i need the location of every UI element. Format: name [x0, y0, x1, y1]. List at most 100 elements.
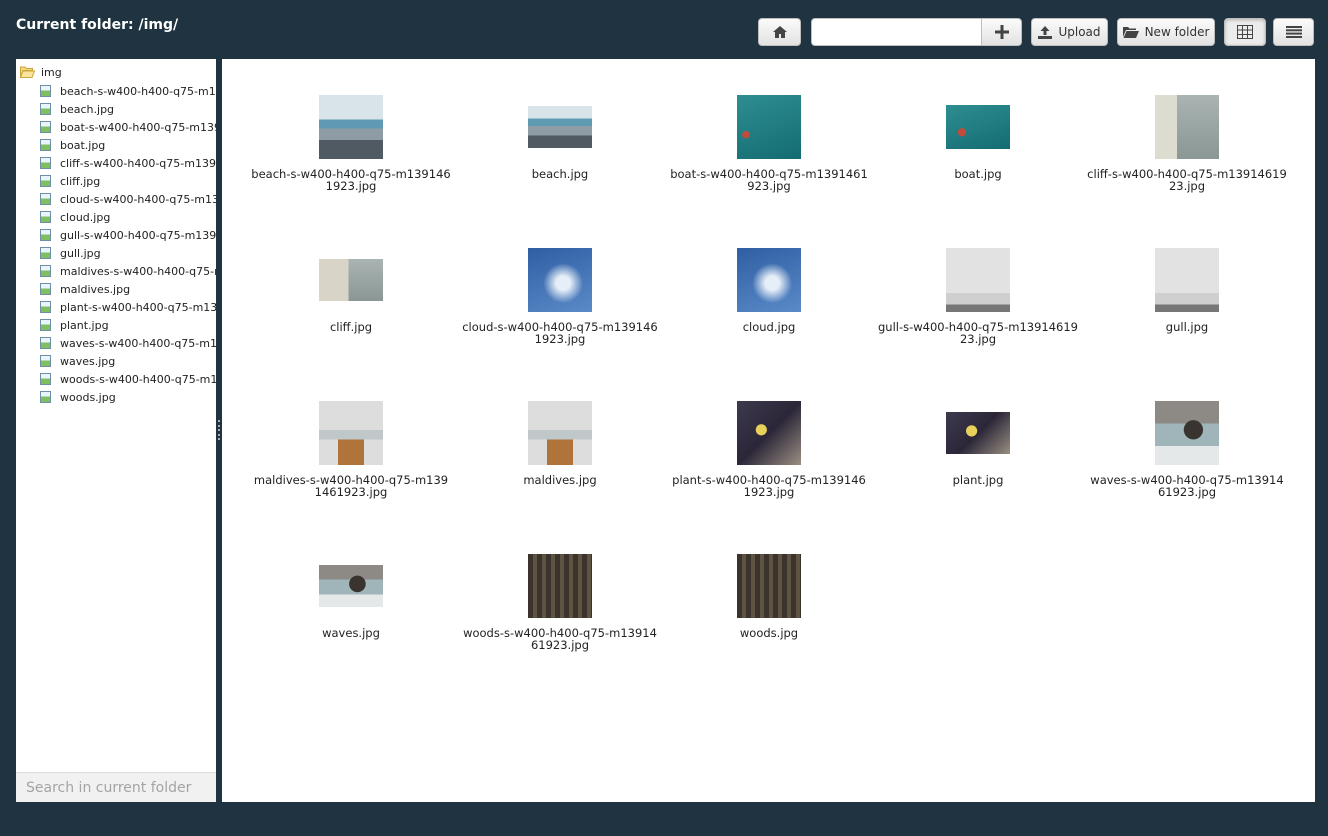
file-tile[interactable]: plant-s-w400-h400-q75-m1391461923.jpg: [669, 401, 878, 554]
file-thumbnail[interactable]: [319, 401, 383, 465]
tree-file-item[interactable]: maldives-s-w400-h400-q75-m1391461923.jpg: [40, 262, 216, 280]
file-thumbnail[interactable]: [737, 401, 801, 465]
tree-file-label: beach-s-w400-h400-q75-m1391461923.jpg: [60, 84, 216, 98]
image-file-icon: [40, 247, 51, 259]
file-thumbnail[interactable]: [737, 554, 801, 618]
tree-file-item[interactable]: cloud.jpg: [40, 208, 216, 226]
tree-file-item[interactable]: woods-s-w400-h400-q75-m1391461923.jpg: [40, 370, 216, 388]
thumbnail-image: [1155, 248, 1219, 312]
image-file-icon: [40, 103, 51, 115]
file-tile[interactable]: woods-s-w400-h400-q75-m1391461923.jpg: [460, 554, 669, 707]
tree-file-label: plant-s-w400-h400-q75-m1391461923.jpg: [60, 300, 216, 314]
thumbnail-image: [528, 554, 592, 618]
list-view-button[interactable]: [1273, 18, 1314, 46]
tree-file-item[interactable]: boat-s-w400-h400-q75-m1391461923.jpg: [40, 118, 216, 136]
image-file-icon: [40, 85, 51, 97]
file-thumbnail[interactable]: [528, 554, 592, 618]
image-file-icon: [40, 157, 51, 169]
new-folder-name-input[interactable]: [811, 18, 982, 46]
tree-file-item[interactable]: boat.jpg: [40, 136, 216, 154]
tree-file-item[interactable]: woods.jpg: [40, 388, 216, 406]
file-tile[interactable]: beach-s-w400-h400-q75-m1391461923.jpg: [251, 95, 460, 248]
file-tile[interactable]: cloud-s-w400-h400-q75-m1391461923.jpg: [460, 248, 669, 401]
image-file-icon: [40, 175, 51, 187]
file-thumbnail[interactable]: [528, 248, 592, 312]
thumbnail-image: [737, 95, 801, 159]
file-tile[interactable]: waves.jpg: [251, 554, 460, 707]
tree-file-item[interactable]: maldives.jpg: [40, 280, 216, 298]
add-folder-button[interactable]: [981, 18, 1022, 46]
file-tile[interactable]: boat-s-w400-h400-q75-m1391461923.jpg: [669, 95, 878, 248]
tree-file-item[interactable]: beach.jpg: [40, 100, 216, 118]
tree-file-item[interactable]: plant.jpg: [40, 316, 216, 334]
file-thumbnail[interactable]: [528, 95, 592, 159]
file-thumbnail[interactable]: [737, 95, 801, 159]
folder-search-input[interactable]: [16, 772, 216, 802]
tree-file-label: woods-s-w400-h400-q75-m1391461923.jpg: [60, 372, 216, 386]
tree-file-label: waves.jpg: [60, 354, 116, 368]
tree-file-item[interactable]: cliff-s-w400-h400-q75-m1391461923.jpg: [40, 154, 216, 172]
file-name: waves.jpg: [322, 626, 380, 640]
file-tile[interactable]: woods.jpg: [669, 554, 878, 707]
thumbnail-image: [946, 105, 1010, 149]
file-name: boat.jpg: [954, 167, 1002, 181]
tree-file-item[interactable]: waves-s-w400-h400-q75-m1391461923.jpg: [40, 334, 216, 352]
file-name: woods-s-w400-h400-q75-m1391461923.jpg: [463, 626, 657, 652]
file-thumbnail[interactable]: [319, 95, 383, 159]
thumbnail-image: [319, 565, 383, 607]
file-tile[interactable]: cliff-s-w400-h400-q75-m1391461923.jpg: [1087, 95, 1296, 248]
file-name: cloud-s-w400-h400-q75-m1391461923.jpg: [462, 320, 658, 346]
file-tile[interactable]: plant.jpg: [878, 401, 1087, 554]
file-tile[interactable]: gull-s-w400-h400-q75-m1391461923.jpg: [878, 248, 1087, 401]
file-tile[interactable]: beach.jpg: [460, 95, 669, 248]
new-folder-button[interactable]: New folder: [1117, 18, 1215, 46]
tree-root-label: img: [41, 65, 62, 79]
file-name: plant.jpg: [952, 473, 1004, 487]
upload-label: Upload: [1058, 25, 1101, 39]
file-tile[interactable]: cliff.jpg: [251, 248, 460, 401]
upload-button[interactable]: Upload: [1031, 18, 1108, 46]
tree-file-item[interactable]: gull-s-w400-h400-q75-m1391461923.jpg: [40, 226, 216, 244]
file-tile[interactable]: maldives.jpg: [460, 401, 669, 554]
file-thumbnail[interactable]: [737, 248, 801, 312]
current-folder-title: Current folder: /img/: [16, 17, 179, 33]
thumbnail-image: [946, 248, 1010, 312]
file-thumbnail[interactable]: [319, 248, 383, 312]
tree-file-label: woods.jpg: [60, 390, 116, 404]
file-thumbnail[interactable]: [1155, 401, 1219, 465]
tree-root-img[interactable]: img: [20, 65, 62, 79]
file-thumbnail[interactable]: [319, 554, 383, 618]
file-thumbnail[interactable]: [528, 401, 592, 465]
tree-file-item[interactable]: beach-s-w400-h400-q75-m1391461923.jpg: [40, 82, 216, 100]
file-tile[interactable]: waves-s-w400-h400-q75-m1391461923.jpg: [1087, 401, 1296, 554]
file-grid-panel: beach-s-w400-h400-q75-m1391461923.jpg bea…: [222, 59, 1315, 802]
file-tile[interactable]: boat.jpg: [878, 95, 1087, 248]
file-name: beach-s-w400-h400-q75-m1391461923.jpg: [251, 167, 451, 193]
grid-view-button[interactable]: [1224, 18, 1266, 46]
tree-file-label: boat.jpg: [60, 138, 106, 152]
image-file-icon: [40, 355, 51, 367]
file-thumbnail[interactable]: [1155, 95, 1219, 159]
tree-file-item[interactable]: gull.jpg: [40, 244, 216, 262]
image-file-icon: [40, 121, 51, 133]
tree-file-item[interactable]: cliff.jpg: [40, 172, 216, 190]
image-file-icon: [40, 301, 51, 313]
tree-file-item[interactable]: plant-s-w400-h400-q75-m1391461923.jpg: [40, 298, 216, 316]
file-tile[interactable]: maldives-s-w400-h400-q75-m1391461923.jpg: [251, 401, 460, 554]
file-thumbnail[interactable]: [946, 401, 1010, 465]
tree-file-item[interactable]: waves.jpg: [40, 352, 216, 370]
file-thumbnail[interactable]: [946, 95, 1010, 159]
file-name: maldives-s-w400-h400-q75-m1391461923.jpg: [253, 473, 449, 499]
file-name: plant-s-w400-h400-q75-m1391461923.jpg: [672, 473, 866, 499]
file-thumbnail[interactable]: [946, 248, 1010, 312]
image-file-icon: [40, 391, 51, 403]
file-thumbnail[interactable]: [1155, 248, 1219, 312]
tree-file-label: cloud.jpg: [60, 210, 111, 224]
file-tile[interactable]: cloud.jpg: [669, 248, 878, 401]
thumbnail-image: [528, 106, 592, 148]
file-tile[interactable]: gull.jpg: [1087, 248, 1296, 401]
image-file-icon: [40, 211, 51, 223]
home-button[interactable]: [758, 18, 801, 46]
tree-file-item[interactable]: cloud-s-w400-h400-q75-m1391461923.jpg: [40, 190, 216, 208]
file-name: cloud.jpg: [742, 320, 796, 334]
